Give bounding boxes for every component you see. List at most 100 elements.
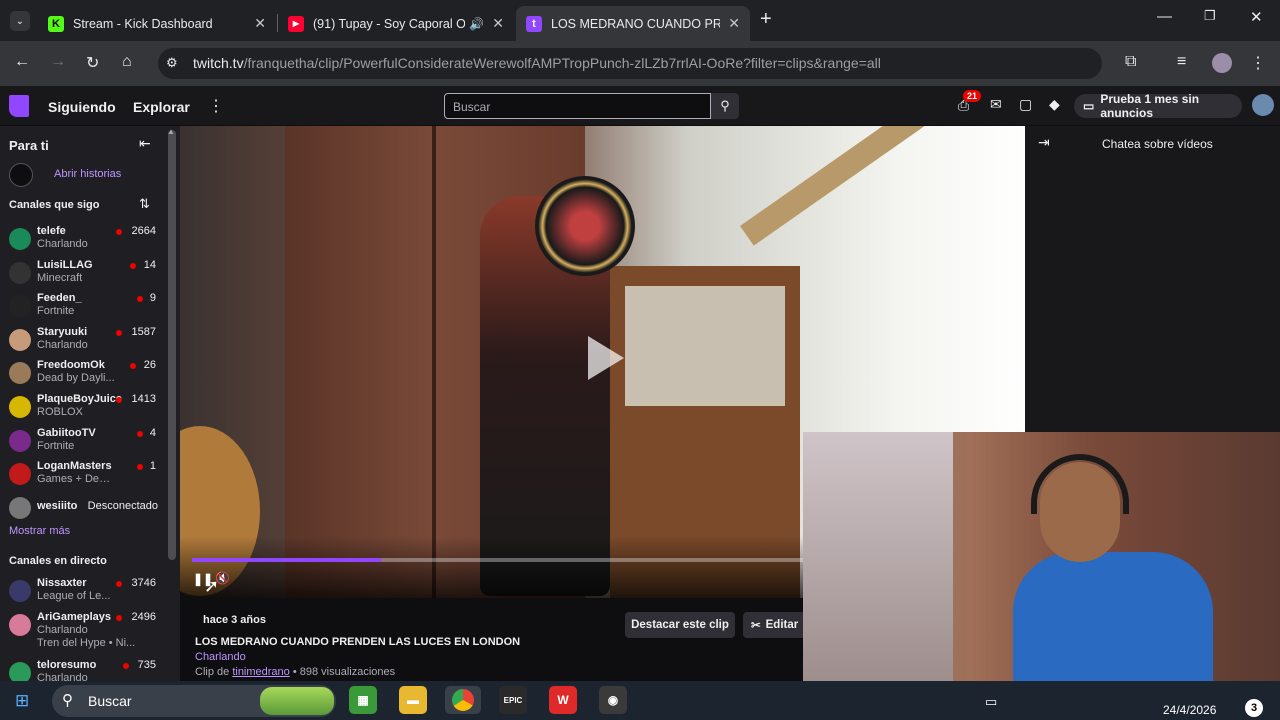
followed-channel-row[interactable]: Feeden_ Fortnite 9 <box>0 290 170 322</box>
bits-icon[interactable]: ◆ <box>1049 96 1060 113</box>
live-dot <box>116 615 122 621</box>
followed-channel-row[interactable]: PlaqueBoyJuice ROBLOX 1413 <box>0 391 170 423</box>
followed-channel-row[interactable]: wesiiito Desconectado <box>0 492 170 524</box>
extensions-icon[interactable]: ⧉ <box>1125 53 1136 71</box>
browser-tab-kick[interactable]: K Stream - Kick Dashboard ✕ <box>38 6 276 41</box>
sombrero <box>535 176 635 276</box>
live-dot <box>116 581 122 587</box>
browser-tab-twitch[interactable]: t LOS MEDRANO CUANDO PREN ✕ <box>516 6 750 41</box>
media-control-icon[interactable]: ≡ <box>1177 53 1186 71</box>
viewer-count: 2664 <box>131 225 156 237</box>
wardrobe-gap <box>432 126 436 598</box>
home-icon[interactable]: ⌂ <box>122 53 132 71</box>
taskbar-search[interactable]: ⚲ Buscar <box>52 685 336 717</box>
close-tab-icon[interactable]: ✕ <box>492 15 504 32</box>
collapse-sidebar-icon[interactable]: ⇤ <box>139 135 151 152</box>
channel-game: Charlando <box>37 624 88 636</box>
back-icon[interactable]: ← <box>14 53 30 71</box>
channel-game: Fortnite <box>37 305 75 318</box>
clipper-link[interactable]: tinimedrano <box>232 666 289 678</box>
channel-game: Charlando <box>37 238 88 250</box>
obs-studio-icon[interactable]: ◉ <box>599 686 627 714</box>
profile-avatar[interactable] <box>1212 53 1232 73</box>
nav-explore[interactable]: Explorar <box>133 99 190 115</box>
clip-title: LOS MEDRANO CUANDO PRENDEN LAS LUCES EN … <box>195 636 521 648</box>
user-avatar[interactable] <box>1252 94 1274 116</box>
webcam-overlay <box>803 432 1280 702</box>
channel-name: AriGameplays <box>37 611 111 623</box>
followed-channel-row[interactable]: LoganMasters Games + Demos 1 <box>0 458 170 490</box>
followed-channel-row[interactable]: FreedoomOk Dead by Dayli... 26 <box>0 357 170 389</box>
highlight-clip-button[interactable]: Destacar este clip <box>625 612 735 638</box>
channel-name: Nissaxter <box>37 577 87 589</box>
more-menu-icon[interactable]: ⋮ <box>208 96 224 116</box>
channel-game: League of Le... <box>37 590 111 602</box>
live-channels-title: Canales en directo <box>9 555 107 567</box>
followed-channel-row[interactable]: LuisiLLAG Minecraft 14 <box>0 257 170 289</box>
prime-trial-label: Prueba 1 mes sin anuncios <box>1100 92 1200 120</box>
site-info-icon[interactable]: ⚙ <box>166 55 178 71</box>
play-overlay-icon[interactable] <box>588 336 624 380</box>
channel-name: FreedoomOk <box>37 359 105 372</box>
channel-game: Games + Demos <box>37 473 117 486</box>
battery-icon[interactable]: ▭ <box>985 694 997 710</box>
clip-category-link[interactable]: Charlando <box>195 651 246 663</box>
live-dot <box>137 296 143 303</box>
close-tab-icon[interactable]: ✕ <box>254 15 266 32</box>
stories-avatar[interactable] <box>9 163 33 187</box>
browser-tab-youtube[interactable]: ▶ (91) Tupay - Soy Caporal Of 🔊 ✕ <box>278 6 514 41</box>
chat-title: Chatea sobre vídeos <box>1102 137 1213 151</box>
epic-games-icon[interactable]: EPIC <box>499 686 527 714</box>
viewer-count: 14 <box>143 258 156 271</box>
tab-search-icon[interactable]: ⌄ <box>10 11 30 31</box>
sidebar-scrollbar[interactable] <box>168 130 176 560</box>
minimize-icon[interactable]: — <box>1157 8 1172 25</box>
new-tab-icon[interactable]: + <box>760 8 772 31</box>
sort-icon[interactable]: ⇅ <box>139 196 150 212</box>
forward-icon[interactable]: → <box>50 53 66 71</box>
wps-office-icon[interactable]: W <box>549 686 577 714</box>
close-window-icon[interactable]: ✕ <box>1250 8 1263 26</box>
followed-channel-row[interactable]: GabiitooTV Fortnite 4 <box>0 425 170 457</box>
minecraft-app-icon[interactable]: ▦ <box>349 686 377 714</box>
scroll-up-icon[interactable]: ▲ <box>167 127 175 136</box>
channel-avatar <box>9 228 31 250</box>
twitch-logo-icon[interactable] <box>9 95 29 117</box>
search-icon[interactable]: ⚲ <box>711 93 739 119</box>
open-stories-link[interactable]: Abrir historias <box>54 168 121 180</box>
viewer-count: 1 <box>149 460 156 473</box>
windows-start-icon[interactable]: ⊞ <box>15 691 29 711</box>
file-explorer-icon[interactable]: ▬ <box>399 686 427 714</box>
live-channel-row[interactable]: Nissaxter League of Le... 3746 <box>0 575 170 607</box>
expand-chat-icon[interactable]: ⇥ <box>1038 134 1050 151</box>
inbox-icon[interactable]: ✉ <box>990 96 1002 113</box>
followed-channel-row[interactable]: telefe Charlando 2664 <box>0 223 170 255</box>
scissors-icon: ✂ <box>751 620 761 632</box>
channel-name: LoganMasters <box>37 460 112 473</box>
notification-count-badge[interactable]: 3 <box>1245 699 1263 717</box>
nav-following[interactable]: Siguiendo <box>48 99 116 115</box>
whispers-icon[interactable]: ▢ <box>1019 96 1032 113</box>
channel-name: LuisiLLAG <box>37 258 93 271</box>
url-text[interactable]: twitch.tv/franquetha/clip/PowerfulConsid… <box>193 55 881 71</box>
live-channel-row[interactable]: AriGameplays Charlando 2496 Tren del Hype •… <box>0 609 170 649</box>
show-more-link[interactable]: Mostrar más <box>9 525 70 537</box>
search-input[interactable]: Buscar <box>444 93 711 119</box>
followed-channel-row[interactable]: Staryuuki Charlando 1587 <box>0 324 170 356</box>
prime-trial-button[interactable]: ▭ Prueba 1 mes sin anuncios <box>1074 92 1242 120</box>
tab-title: (91) Tupay - Soy Caporal Of <box>313 16 466 31</box>
live-channel-row[interactable]: teloresumo Charlando 735 <box>0 657 170 681</box>
restore-icon[interactable]: ❐ <box>1204 8 1216 24</box>
reload-icon[interactable]: ↻ <box>86 53 99 73</box>
live-dot <box>116 329 122 336</box>
notification-badge: 21 <box>963 90 982 102</box>
taskbar-date[interactable]: 24/4/2026 <box>1163 703 1216 717</box>
chrome-app-icon[interactable] <box>445 686 481 714</box>
channel-game: Dead by Dayli... <box>37 372 115 385</box>
audio-playing-icon[interactable]: 🔊 <box>469 17 484 31</box>
browser-tab-strip: ⌄ K Stream - Kick Dashboard ✕ ▶ (91) Tup… <box>0 0 1280 41</box>
menu-kebab-icon[interactable]: ⋮ <box>1250 53 1266 73</box>
close-tab-icon[interactable]: ✕ <box>728 15 740 32</box>
channel-name: telefe <box>37 225 66 237</box>
channel-name: wesiiito <box>37 499 78 512</box>
